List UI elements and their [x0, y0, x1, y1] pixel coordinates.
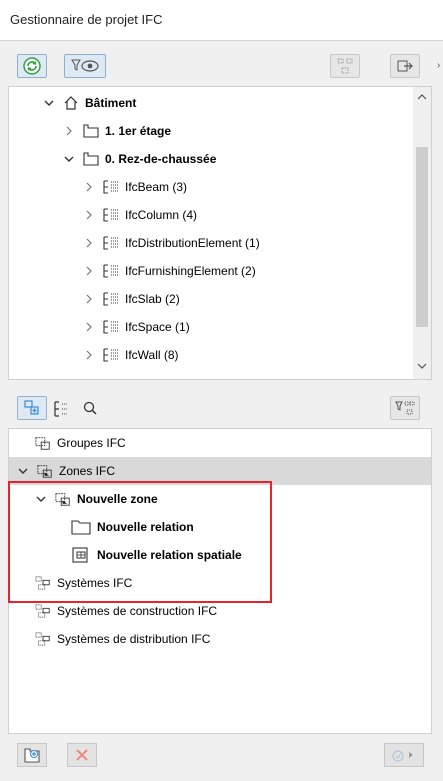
- system-icon: [35, 575, 51, 591]
- ifc-class-icon: [103, 291, 119, 307]
- delete-x-icon: [76, 749, 88, 761]
- tree-item[interactable]: IfcWall (8): [9, 341, 431, 369]
- chevron-down-icon[interactable]: [43, 97, 55, 109]
- vertical-scrollbar[interactable]: [413, 87, 431, 379]
- tree-label: Nouvelle relation: [97, 520, 194, 534]
- filter-eye-icon: [71, 59, 99, 72]
- tree-label: IfcSlab (2): [125, 292, 180, 306]
- groups-tree[interactable]: Groupes IFC Zones IFC Nouvelle zone Nouv…: [8, 428, 432, 734]
- storey-icon: [83, 123, 99, 139]
- tree-node-nouvelle-relation[interactable]: Nouvelle relation: [9, 513, 431, 541]
- ifc-class-list-icon: [54, 401, 67, 417]
- filter-view-button[interactable]: [64, 54, 106, 78]
- scroll-up-icon[interactable]: [417, 93, 427, 104]
- ifc-class-icon: [103, 263, 119, 279]
- ifc-class-icon: [103, 319, 119, 335]
- building-icon: [63, 95, 79, 111]
- tree-label: IfcFurnishingElement (2): [125, 264, 256, 278]
- tree-label: Systèmes de distribution IFC: [57, 632, 211, 646]
- system-icon: [35, 603, 51, 619]
- tree-node-groupes[interactable]: Groupes IFC: [9, 429, 431, 457]
- tree-label: Bâtiment: [85, 96, 137, 110]
- title-bar: Gestionnaire de projet IFC: [0, 0, 443, 41]
- chevron-right-icon[interactable]: [83, 237, 95, 249]
- export-arrow-icon: [397, 60, 413, 72]
- ifc-class-icon: [103, 347, 119, 363]
- tree-label: Systèmes IFC: [57, 576, 133, 590]
- chevron-down-icon[interactable]: [17, 465, 29, 477]
- folder-icon: [71, 519, 91, 535]
- tree-label: Groupes IFC: [57, 436, 126, 450]
- tree-label: 0. Rez-de-chaussée: [105, 152, 217, 166]
- tree-node-floor1[interactable]: 1. 1er étage: [9, 117, 431, 145]
- spatial-relation-icon: [71, 547, 91, 563]
- scroll-down-icon[interactable]: [417, 359, 427, 373]
- chevron-right-icon[interactable]: [83, 265, 95, 277]
- tree-item[interactable]: IfcFurnishingElement (2): [9, 257, 431, 285]
- tree-label: IfcSpace (1): [125, 320, 190, 334]
- tree-node-floor0[interactable]: 0. Rez-de-chaussée: [9, 145, 431, 173]
- chevron-right-icon[interactable]: [83, 293, 95, 305]
- ifc-class-icon: [103, 235, 119, 251]
- group-add-icon: [24, 400, 39, 415]
- window-title: Gestionnaire de projet IFC: [10, 12, 163, 27]
- tree-node-nouvelle-relation-spatiale[interactable]: Nouvelle relation spatiale: [9, 541, 431, 569]
- hierarchy-icon: [337, 58, 353, 74]
- group-icon: [35, 435, 51, 451]
- refresh-icon: [23, 57, 41, 75]
- chevron-right-icon[interactable]: [63, 125, 75, 137]
- chevron-right-icon[interactable]: [83, 349, 95, 361]
- tree-label: IfcWall (8): [125, 348, 179, 362]
- tree-label: Systèmes de construction IFC: [57, 604, 218, 618]
- assign-button[interactable]: [384, 743, 424, 767]
- ifc-class-icon: [103, 179, 119, 195]
- tree-node-zones[interactable]: Zones IFC: [9, 457, 431, 485]
- tree-label: IfcColumn (4): [125, 208, 198, 222]
- tree-label: IfcDistributionElement (1): [125, 236, 260, 250]
- tree-node-nouvelle-zone[interactable]: Nouvelle zone: [9, 485, 431, 513]
- tree-node-building[interactable]: Bâtiment: [9, 89, 431, 117]
- ifc-class-icon: [103, 207, 119, 223]
- tree-label: IfcBeam (3): [125, 180, 188, 194]
- structure-view-button[interactable]: [330, 54, 360, 78]
- spatial-tree[interactable]: Bâtiment 1. 1er étage 0. Rez-de-chaussée…: [8, 86, 432, 380]
- panel-menu-chevron-icon[interactable]: ›: [437, 60, 440, 71]
- search-button[interactable]: [82, 400, 98, 419]
- tree-node-systemes-distribution[interactable]: Systèmes de distribution IFC: [9, 625, 431, 653]
- groups-view-button[interactable]: [17, 396, 47, 420]
- tree-label: 1. 1er étage: [105, 124, 172, 138]
- chevron-down-icon[interactable]: [63, 153, 75, 165]
- search-icon: [83, 401, 97, 415]
- chevron-right-icon[interactable]: [83, 321, 95, 333]
- chevron-right-icon[interactable]: [83, 209, 95, 221]
- tree-item[interactable]: IfcDistributionElement (1): [9, 229, 431, 257]
- filter-hierarchy-icon: [395, 401, 415, 415]
- tree-label: Nouvelle zone: [77, 492, 158, 506]
- tree-item[interactable]: IfcSpace (1): [9, 313, 431, 341]
- zone-group-icon: [37, 463, 53, 479]
- tree-item[interactable]: IfcBeam (3): [9, 173, 431, 201]
- tree-label: Zones IFC: [59, 464, 116, 478]
- zone-icon: [55, 491, 71, 507]
- tree-label: Nouvelle relation spatiale: [97, 548, 242, 562]
- refresh-button[interactable]: [17, 54, 47, 78]
- scroll-thumb[interactable]: [416, 147, 428, 327]
- new-folder-add-icon: [24, 748, 40, 763]
- tree-node-systemes[interactable]: Systèmes IFC: [9, 569, 431, 597]
- tree-item[interactable]: IfcColumn (4): [9, 201, 431, 229]
- storey-icon: [83, 151, 99, 167]
- chevron-right-icon[interactable]: [83, 181, 95, 193]
- assign-arrow-icon: [392, 750, 413, 762]
- system-icon: [35, 631, 51, 647]
- chevron-down-icon[interactable]: [35, 493, 47, 505]
- delete-button[interactable]: [67, 743, 97, 767]
- export-button[interactable]: [390, 54, 420, 78]
- tree-node-systemes-construction[interactable]: Systèmes de construction IFC: [9, 597, 431, 625]
- new-group-button[interactable]: [17, 743, 47, 767]
- filter-structure-button[interactable]: [390, 396, 420, 420]
- classes-view-button[interactable]: [52, 400, 70, 421]
- tree-item[interactable]: IfcSlab (2): [9, 285, 431, 313]
